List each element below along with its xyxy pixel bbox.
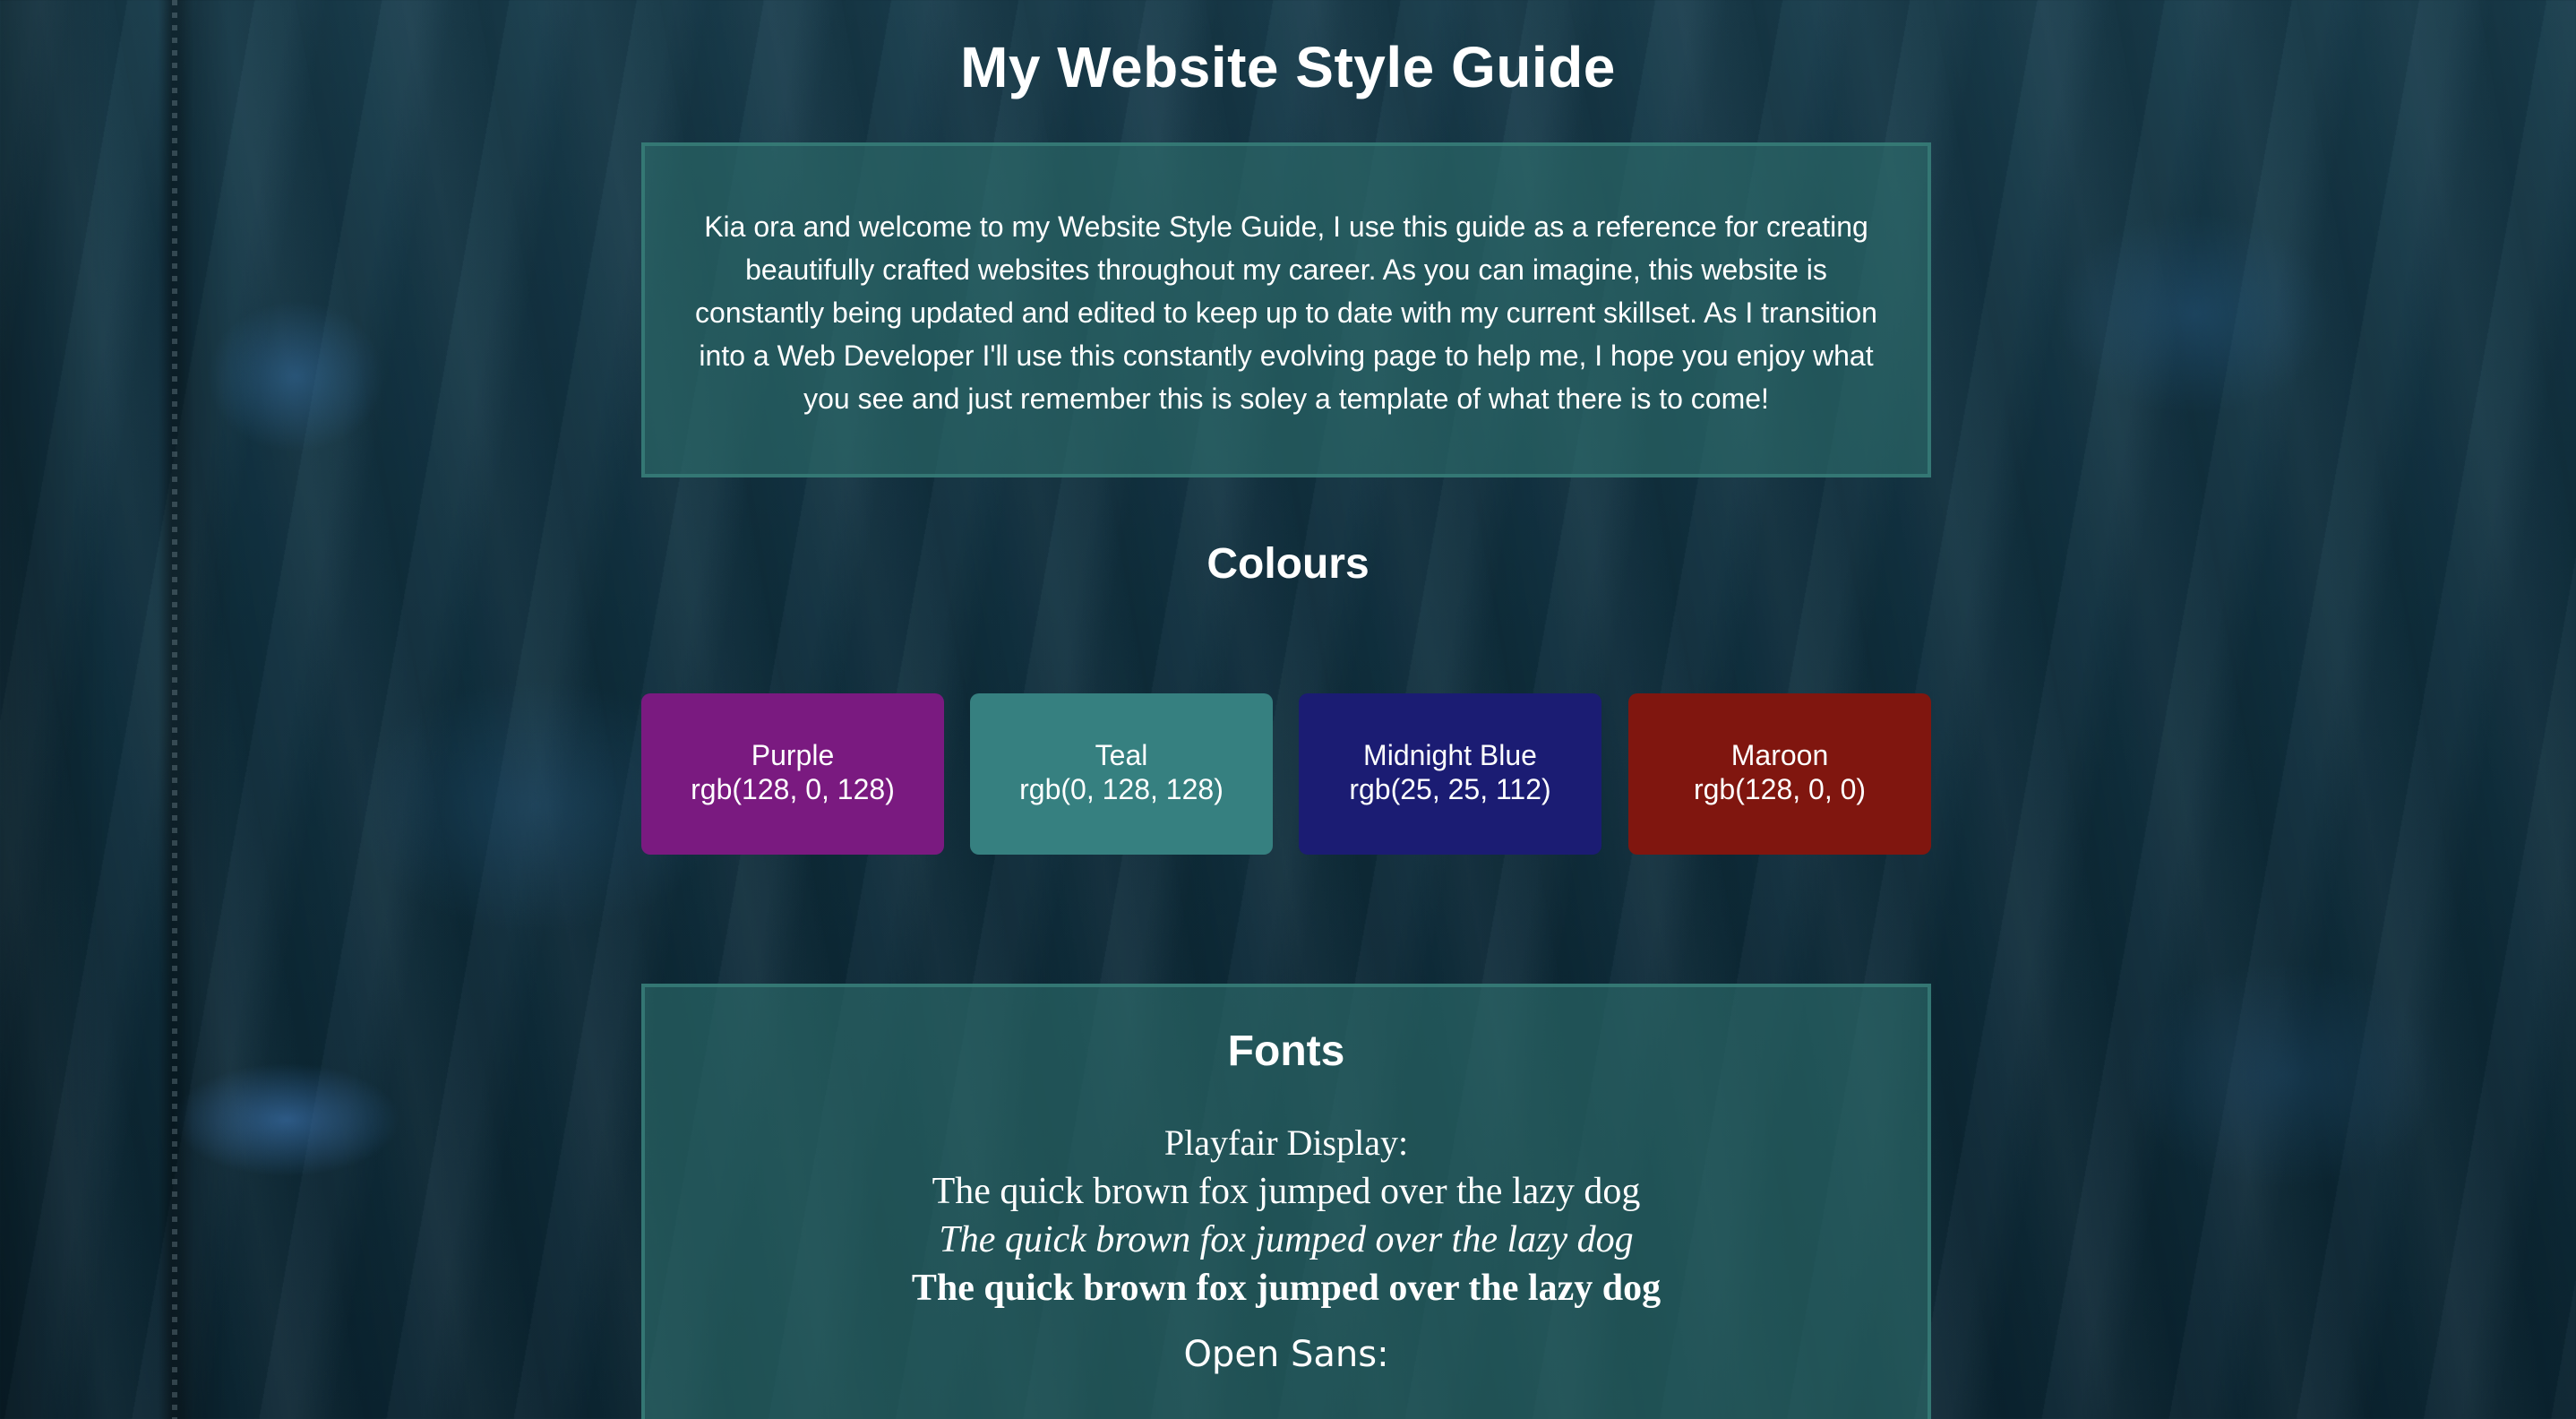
swatch-name: Maroon — [1730, 739, 1829, 771]
swatch-teal: Teal rgb(0, 128, 128) — [970, 693, 1273, 855]
font-sample-bold: The quick brown fox jumped over the lazy… — [911, 1268, 1662, 1309]
font-label-open-sans: Open Sans: — [1183, 1334, 1389, 1375]
swatch-purple: Purple rgb(128, 0, 128) — [641, 693, 944, 855]
colours-heading: Colours — [1206, 540, 1370, 588]
style-guide-page: My Website Style Guide Kia ora and welco… — [0, 0, 2576, 1419]
swatch-name: Teal — [1095, 739, 1148, 771]
swatch-maroon: Maroon rgb(128, 0, 0) — [1628, 693, 1931, 855]
intro-text: Kia ora and welcome to my Website Style … — [695, 211, 1877, 415]
swatch-midnight-blue: Midnight Blue rgb(25, 25, 112) — [1299, 693, 1601, 855]
font-sample-italic: The quick brown fox jumped over the lazy… — [939, 1219, 1634, 1260]
font-label-playfair: Playfair Display: — [1163, 1122, 1409, 1163]
fonts-panel: Fonts Playfair Display: The quick brown … — [641, 984, 1931, 1419]
page-title: My Website Style Guide — [960, 35, 1616, 99]
font-sample-regular: The quick brown fox jumped over the lazy… — [932, 1171, 1641, 1212]
fonts-heading: Fonts — [1227, 1028, 1345, 1075]
swatch-name: Midnight Blue — [1363, 739, 1537, 771]
swatch-value: rgb(128, 0, 0) — [1693, 773, 1867, 805]
swatch-value: rgb(0, 128, 128) — [1019, 773, 1224, 805]
intro-panel: Kia ora and welcome to my Website Style … — [641, 142, 1931, 477]
colour-swatches: Purple rgb(128, 0, 128) Teal rgb(0, 128,… — [641, 693, 1931, 855]
swatch-value: rgb(128, 0, 128) — [691, 773, 895, 805]
font-sample-playfair: Playfair Display: The quick brown fox ju… — [645, 1119, 1928, 1312]
font-sample-open-sans: Open Sans: — [645, 1330, 1928, 1379]
swatch-value: rgb(25, 25, 112) — [1349, 773, 1551, 805]
swatch-name: Purple — [751, 739, 835, 771]
